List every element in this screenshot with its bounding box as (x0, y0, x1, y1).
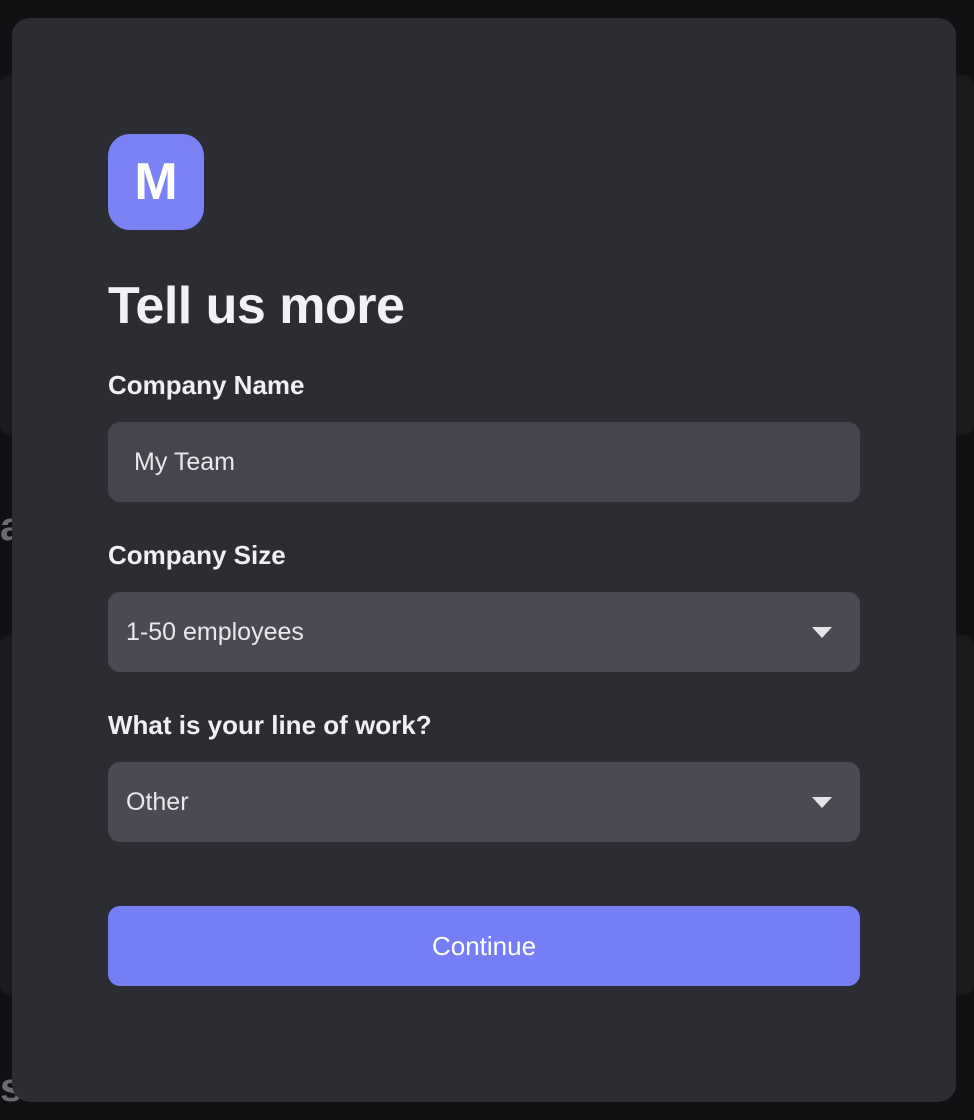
line-of-work-label: What is your line of work? (108, 710, 432, 740)
continue-button[interactable]: Continue (108, 906, 860, 986)
company-name-label: Company Name (108, 370, 305, 400)
app-logo: M (108, 134, 204, 230)
logo-letter: M (134, 153, 178, 211)
caret-down-icon (812, 626, 832, 638)
line-of-work-value: Other (126, 787, 189, 816)
modal-title: Tell us more (108, 277, 405, 335)
caret-down-icon (812, 796, 832, 808)
onboarding-modal: M Tell us more Company Name Company Size… (12, 18, 956, 1102)
company-size-value: 1-50 employees (126, 617, 304, 646)
line-of-work-select[interactable]: Other (108, 762, 860, 842)
company-size-label: Company Size (108, 540, 286, 570)
company-size-select[interactable]: 1-50 employees (108, 592, 860, 672)
company-name-input[interactable] (108, 422, 860, 502)
